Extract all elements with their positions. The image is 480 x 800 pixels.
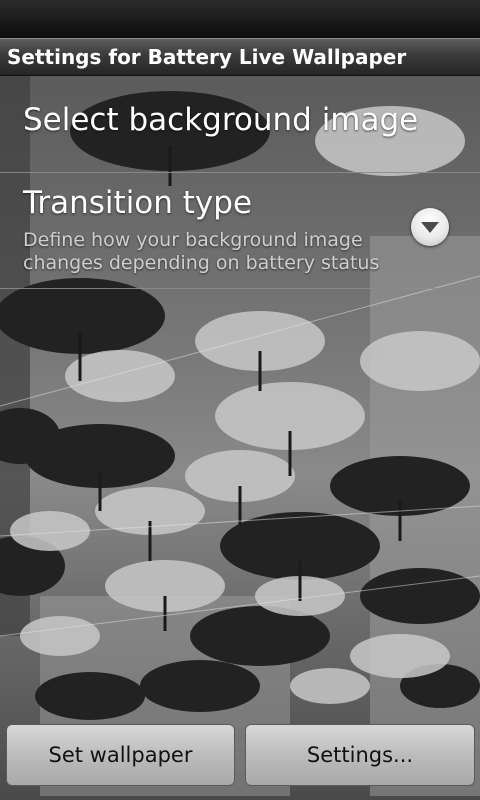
chevron-down-icon[interactable] <box>411 208 449 246</box>
title-bar: Settings for Battery Live Wallpaper <box>0 38 480 76</box>
status-bar <box>0 0 480 38</box>
settings-button[interactable]: Settings... <box>245 724 475 786</box>
pref-summary-transition-type: Define how your background image changes… <box>23 229 380 274</box>
pref-select-background-image[interactable]: Select background image <box>0 76 480 172</box>
page-title: Settings for Battery Live Wallpaper <box>7 45 407 69</box>
pref-title-transition-type: Transition type <box>23 185 253 221</box>
divider <box>0 288 480 289</box>
pref-title-select-background: Select background image <box>23 102 419 138</box>
pref-transition-type[interactable]: Transition type Define how your backgrou… <box>0 173 480 288</box>
set-wallpaper-button[interactable]: Set wallpaper <box>6 724 235 786</box>
